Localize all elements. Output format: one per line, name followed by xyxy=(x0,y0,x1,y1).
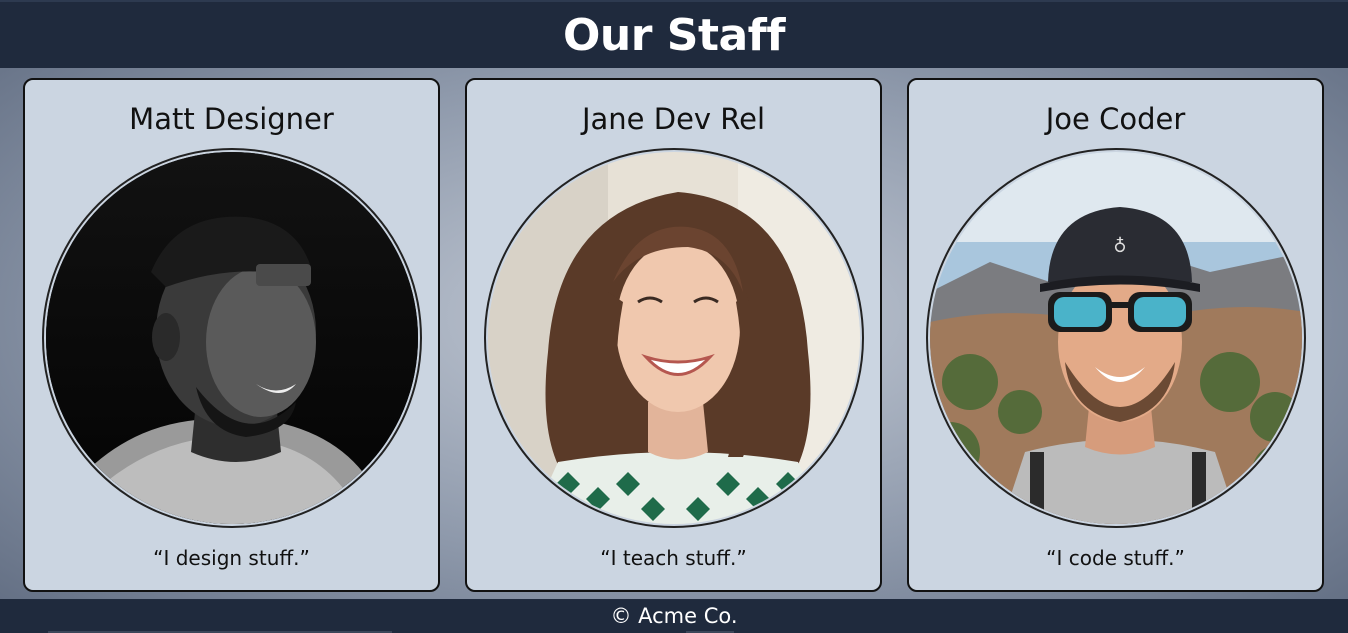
staff-name: Matt Designer xyxy=(129,102,334,136)
svg-text:♁: ♁ xyxy=(1113,236,1126,257)
copyright-text: © Acme Co. xyxy=(610,604,738,628)
staff-card-joe: Joe Coder ♁ “I code stuff.” xyxy=(907,78,1324,592)
page-footer: © Acme Co. xyxy=(0,599,1348,633)
staff-name: Jane Dev Rel xyxy=(581,102,766,136)
staff-card-jane: Jane Dev Rel “I teach stuff.” xyxy=(465,78,882,592)
portrait-woman-smiling-icon xyxy=(488,152,860,524)
staff-quote: “I code stuff.” xyxy=(1046,546,1185,570)
staff-quote: “I teach stuff.” xyxy=(600,546,747,570)
page-header: Our Staff xyxy=(0,0,1348,68)
page-title: Our Staff xyxy=(563,9,785,61)
staff-name: Joe Coder xyxy=(1045,102,1186,136)
staff-card-matt: Matt Designer “I design stuff.” xyxy=(23,78,440,592)
portrait-man-cap-bw-icon xyxy=(46,152,418,524)
staff-photo xyxy=(42,148,422,528)
staff-cards: Matt Designer “I design stuff.” Jane Dev… xyxy=(23,78,1326,592)
staff-photo: ♁ xyxy=(926,148,1306,528)
staff-photo xyxy=(484,148,864,528)
staff-quote: “I design stuff.” xyxy=(153,546,310,570)
portrait-man-sunglasses-icon: ♁ xyxy=(930,152,1302,524)
